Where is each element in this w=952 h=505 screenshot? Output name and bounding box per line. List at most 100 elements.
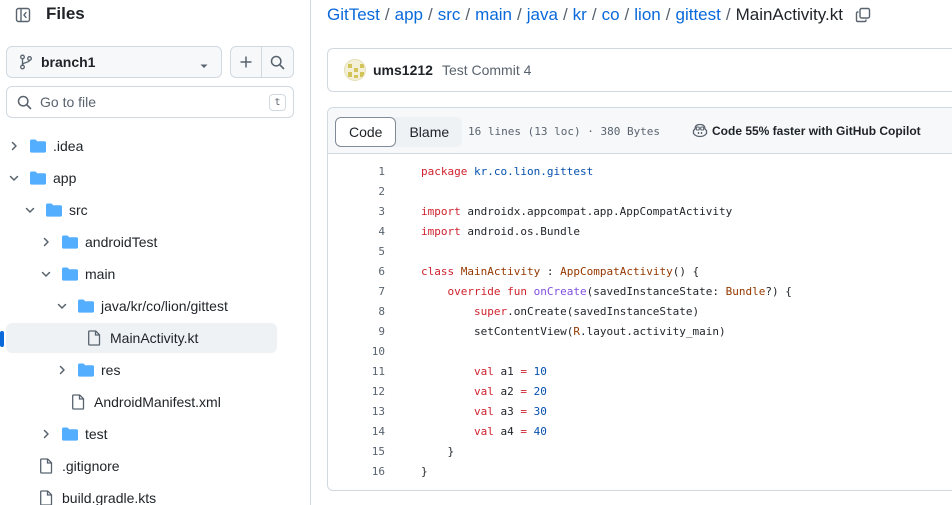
line-number[interactable]: 6 xyxy=(328,262,385,282)
line-number[interactable]: 1 xyxy=(328,162,385,182)
tree-file-item[interactable]: build.gradle.kts xyxy=(0,483,277,505)
folder-icon xyxy=(29,170,47,186)
line-number[interactable]: 11 xyxy=(328,362,385,382)
code-token: import xyxy=(421,205,468,218)
code-token: = xyxy=(520,385,534,398)
file-icon xyxy=(87,330,105,346)
line-number[interactable]: 15 xyxy=(328,442,385,462)
breadcrumb: GitTest / app / src / main / java / kr / co / lion / git… xyxy=(327,5,871,25)
commit-message-link[interactable]: Test Commit 4 xyxy=(442,62,531,78)
line-number[interactable]: 10 xyxy=(328,342,385,362)
chevron-down-icon[interactable] xyxy=(8,172,20,184)
folder-icon xyxy=(77,298,95,314)
commit-author-link[interactable]: ums1212 xyxy=(373,62,433,78)
line-number[interactable]: 7 xyxy=(328,282,385,302)
breadcrumb-link[interactable]: java xyxy=(527,5,558,25)
copy-icon[interactable] xyxy=(855,7,871,23)
avatar[interactable] xyxy=(344,59,366,81)
tree-file-item[interactable]: AndroidManifest.xml xyxy=(0,387,277,417)
tree-item-label: AndroidManifest.xml xyxy=(94,394,221,410)
code-token: import xyxy=(421,225,468,238)
line-number[interactable]: 16 xyxy=(328,462,385,482)
tree-file-item[interactable]: MainActivity.kt xyxy=(0,323,277,353)
code-line: 3 import androidx.appcompat.app.AppCompat… xyxy=(328,202,952,222)
file-icon xyxy=(39,458,57,474)
breadcrumb-link[interactable]: lion xyxy=(634,5,660,25)
breadcrumb-link[interactable]: src xyxy=(438,5,461,25)
line-number[interactable]: 5 xyxy=(328,242,385,262)
go-to-file-box[interactable]: t xyxy=(6,86,294,118)
chevron-right-icon[interactable] xyxy=(56,364,68,376)
tree-folder-item[interactable]: src xyxy=(0,195,277,225)
line-number[interactable]: 8 xyxy=(328,302,385,322)
copilot-icon xyxy=(692,123,708,138)
breadcrumb-separator: / xyxy=(624,5,630,24)
tab-code[interactable]: Code xyxy=(335,117,397,147)
git-branch-icon xyxy=(19,54,33,70)
tree-file-item[interactable]: .gitignore xyxy=(0,451,277,481)
breadcrumb-link[interactable]: co xyxy=(602,5,620,25)
tree-folder-item[interactable]: main xyxy=(0,259,277,289)
folder-icon xyxy=(77,362,95,378)
tree-folder-item[interactable]: .idea xyxy=(0,131,277,161)
breadcrumb-separator: / xyxy=(384,5,390,24)
code-line: 11 val a1 = 10 xyxy=(328,362,952,382)
tree-folder-item[interactable]: res xyxy=(0,355,277,385)
branch-name: branch1 xyxy=(41,54,96,70)
code-line: 4 import android.os.Bundle xyxy=(328,222,952,242)
tree-folder-item[interactable]: java/kr/co/lion/gittest xyxy=(0,291,277,321)
breadcrumb-separator: / xyxy=(428,5,433,24)
chevron-down-icon[interactable] xyxy=(40,268,52,280)
add-file-button[interactable] xyxy=(230,46,262,78)
chevron-down-icon[interactable] xyxy=(56,300,68,312)
line-source: val a2 = 20 xyxy=(421,382,547,402)
go-to-file-input[interactable] xyxy=(40,94,260,110)
tab-blame[interactable]: Blame xyxy=(396,117,462,147)
line-source: class MainActivity : AppCompatActivity()… xyxy=(421,262,699,282)
chevron-right-icon[interactable] xyxy=(8,140,20,152)
code-line: 16} xyxy=(328,462,952,482)
tree-folder-item[interactable]: app xyxy=(0,163,277,193)
breadcrumb-separator: / xyxy=(562,5,568,24)
sidebar-collapse-icon[interactable] xyxy=(12,5,34,25)
file-size-info: 16 lines (13 loc) · 380 Bytes xyxy=(468,125,661,138)
breadcrumb-separator: / xyxy=(465,5,471,24)
file-icon xyxy=(39,490,57,505)
line-source: val a4 = 40 xyxy=(421,422,547,442)
line-number[interactable]: 9 xyxy=(328,322,385,342)
line-number[interactable]: 4 xyxy=(328,222,385,242)
breadcrumb-link[interactable]: app xyxy=(395,5,423,25)
code-token: } xyxy=(421,445,455,458)
code-token: .layout.activity_main) xyxy=(579,325,726,338)
code-token: kr.co.lion.gittest xyxy=(473,165,594,178)
folder-icon xyxy=(45,202,63,218)
breadcrumb-link[interactable]: GitTest xyxy=(327,5,380,25)
code-token: : xyxy=(540,265,561,278)
line-number[interactable]: 2 xyxy=(328,182,385,202)
folder-icon xyxy=(61,234,79,250)
chevron-right-icon[interactable] xyxy=(40,428,52,440)
breadcrumb-link[interactable]: main xyxy=(475,5,512,25)
breadcrumb-link[interactable]: gittest xyxy=(675,5,720,25)
line-number[interactable]: 13 xyxy=(328,402,385,422)
code-token: () { xyxy=(672,265,700,278)
search-icon xyxy=(270,55,285,70)
line-number[interactable]: 3 xyxy=(328,202,385,222)
line-number[interactable]: 14 xyxy=(328,422,385,442)
line-number[interactable]: 12 xyxy=(328,382,385,402)
line-source: override fun onCreate(savedInstanceState… xyxy=(421,282,792,302)
chevron-right-icon[interactable] xyxy=(40,236,52,248)
line-source: val a1 = 10 xyxy=(421,362,547,382)
search-code-button[interactable] xyxy=(262,46,294,78)
copilot-promo-button[interactable]: Code 55% faster with GitHub Copilot xyxy=(692,123,921,138)
branch-selector-button[interactable]: branch1 xyxy=(6,46,222,78)
tree-item-label: MainActivity.kt xyxy=(110,330,199,346)
tree-folder-item[interactable]: test xyxy=(0,419,277,449)
plus-icon xyxy=(239,55,253,69)
chevron-down-icon[interactable] xyxy=(24,204,36,216)
code-line: 9 setContentView(R.layout.activity_main) xyxy=(328,322,952,342)
breadcrumb-link[interactable]: kr xyxy=(573,5,587,25)
tree-folder-item[interactable]: androidTest xyxy=(0,227,277,257)
latest-commit-box: ums1212 Test Commit 4 xyxy=(327,48,952,92)
